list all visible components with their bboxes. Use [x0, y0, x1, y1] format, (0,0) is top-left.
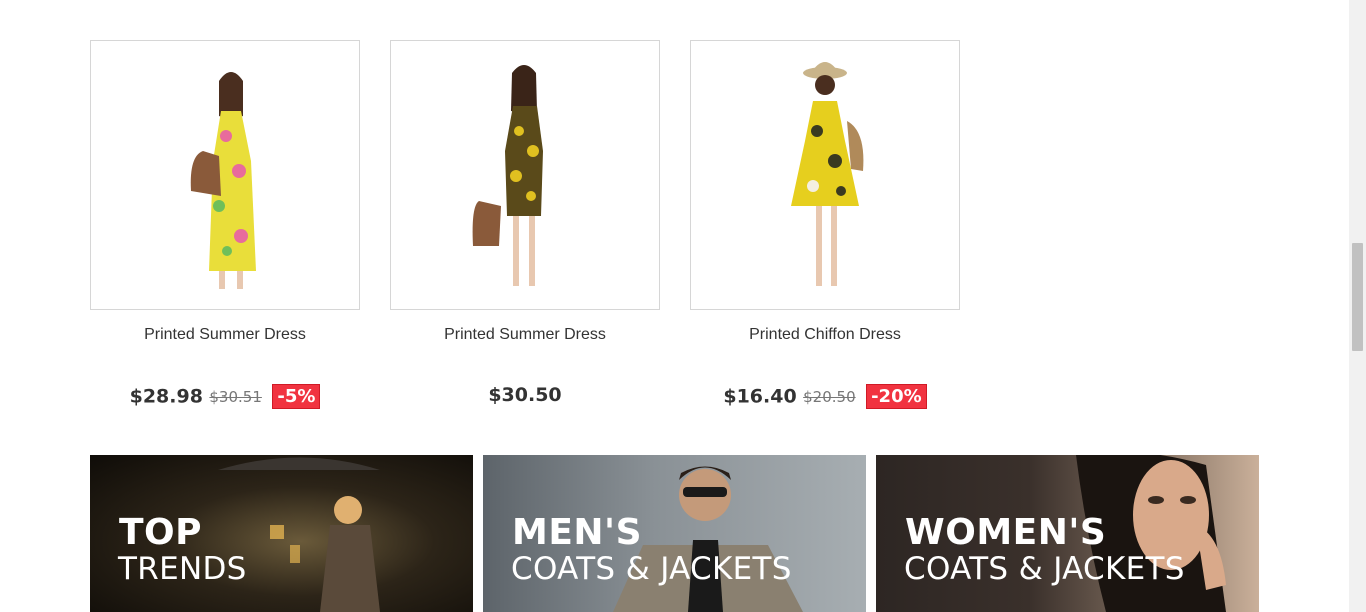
product-name[interactable]: Printed Summer Dress [90, 326, 360, 344]
product-name[interactable]: Printed Chiffon Dress [690, 326, 960, 344]
product-name[interactable]: Printed Summer Dress [390, 326, 660, 344]
page-content: Printed Summer Dress $28.98 $30.51 -5% P… [0, 0, 1349, 612]
product-price: $30.50 [488, 384, 562, 406]
banner-subtitle: COATS & JACKETS [904, 551, 1185, 587]
old-price: $20.50 [803, 387, 856, 406]
product-card[interactable]: Printed Summer Dress $28.98 $30.51 -5% [90, 40, 360, 409]
scrollbar-thumb[interactable] [1352, 243, 1363, 351]
dress-photo-icon [472, 65, 543, 286]
price-row: $30.50 [390, 384, 660, 406]
product-image[interactable] [390, 40, 660, 310]
banner-womens-coats[interactable]: WOMEN'S COATS & JACKETS [876, 455, 1259, 612]
banner-subtitle: COATS & JACKETS [511, 551, 792, 587]
discount-badge: -20% [866, 384, 927, 409]
product-price: $16.40 [723, 385, 797, 408]
dress-photo-icon [791, 62, 864, 286]
discount-badge: -5% [272, 384, 321, 409]
product-price: $28.98 [129, 385, 203, 408]
banner-top-trends[interactable]: TOP TRENDS [90, 455, 473, 612]
banner-title: TOP [119, 512, 203, 553]
product-image[interactable] [90, 40, 360, 310]
banner-title: MEN'S [512, 512, 642, 553]
price-row: $16.40 $20.50 -20% [690, 384, 960, 409]
banner-subtitle: TRENDS [118, 551, 247, 587]
price-row: $28.98 $30.51 -5% [90, 384, 360, 409]
product-card[interactable]: Printed Summer Dress $30.50 [390, 40, 660, 406]
dress-photo-icon [190, 72, 256, 289]
banner-title: WOMEN'S [905, 512, 1107, 553]
vertical-scrollbar[interactable] [1349, 0, 1366, 612]
product-card[interactable]: Printed Chiffon Dress $16.40 $20.50 -20% [690, 40, 960, 409]
banner-mens-coats[interactable]: MEN'S COATS & JACKETS [483, 455, 866, 612]
old-price: $30.51 [209, 387, 262, 406]
product-image[interactable] [690, 40, 960, 310]
